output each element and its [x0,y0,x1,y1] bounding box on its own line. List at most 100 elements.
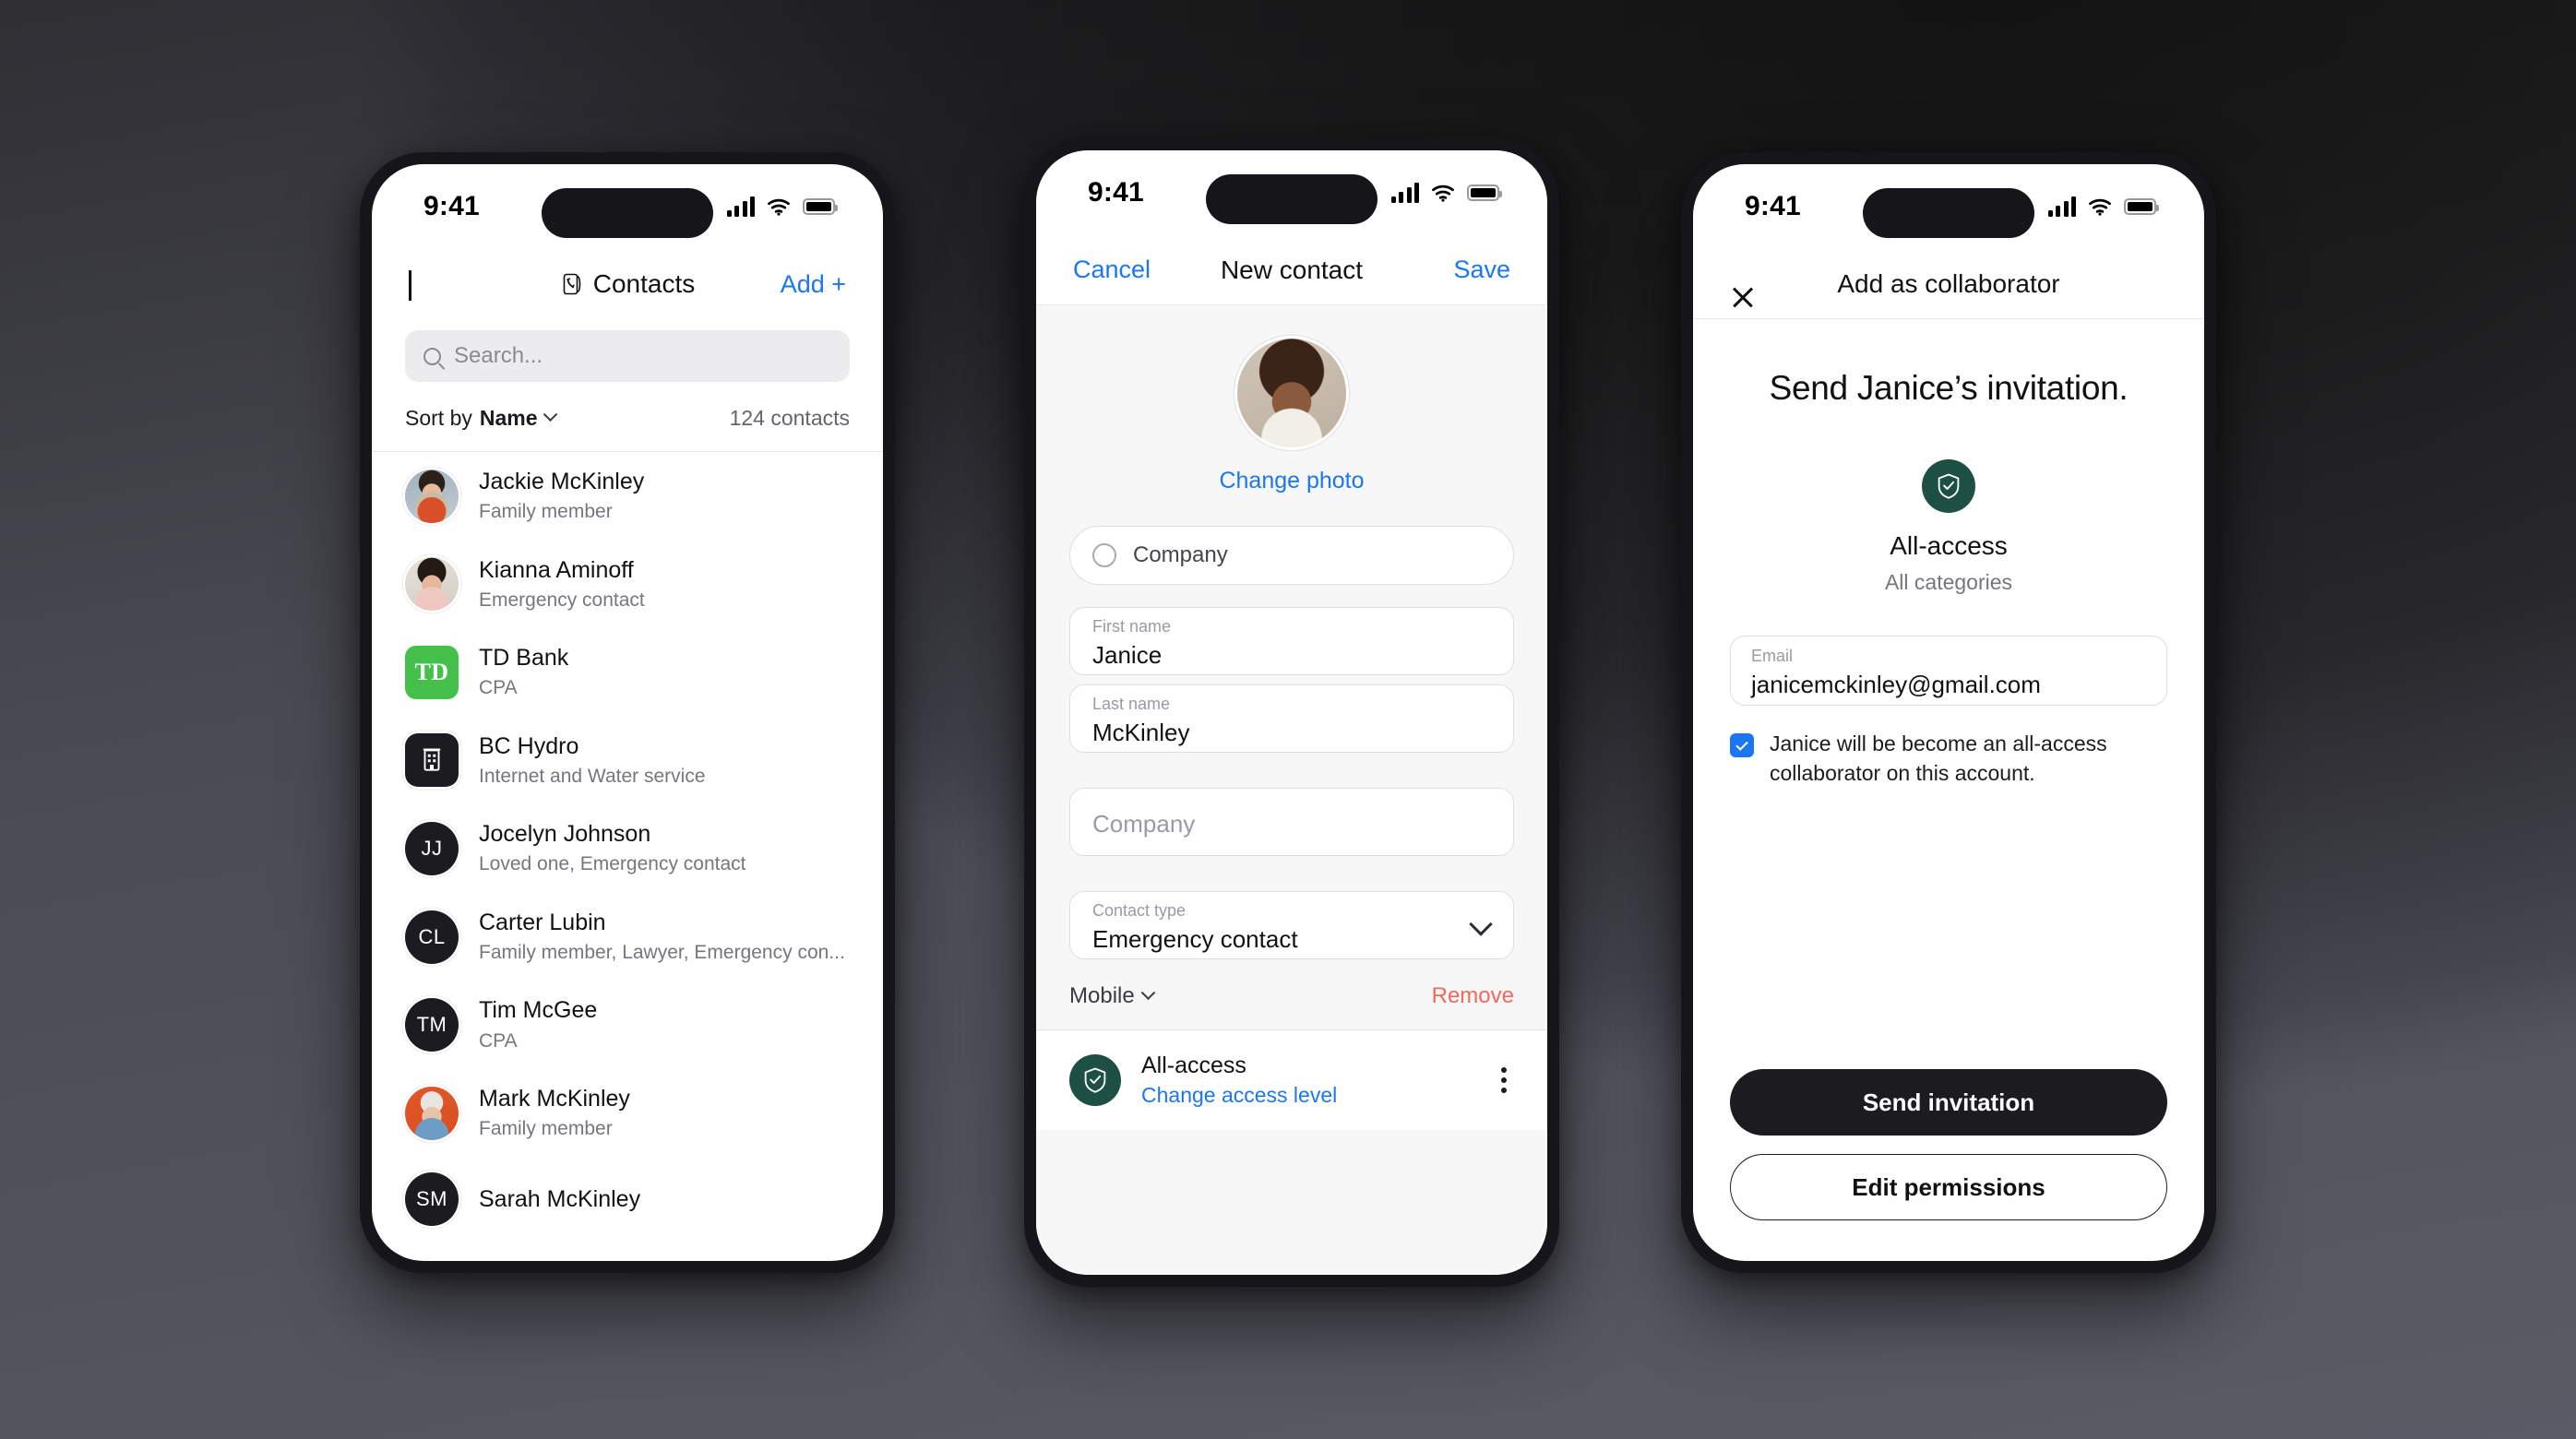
wifi-icon [768,198,790,216]
screen-contacts: 9:41 Contacts Add + Search... Sort by Na… [372,164,883,1261]
company-placeholder: Company [1092,810,1196,838]
contact-name: Kianna Aminoff [479,556,634,583]
access-level-row: All-access Change access level [1036,1030,1547,1130]
contact-type-select[interactable]: Contact type Emergency contact [1069,891,1514,959]
avatar [405,469,459,523]
contact-book-icon [563,273,581,295]
contact-row[interactable]: CL Carter Lubin Family member, Lawyer, Eme… [372,893,883,981]
consent-text: Janice will be become an all-access coll… [1770,731,2107,785]
battery-icon [803,198,838,215]
contact-name: Jocelyn Johnson [479,821,651,848]
contact-subtitle: Family member, Lawyer, Emergency con... [479,941,845,963]
cancel-button[interactable]: Cancel [1073,256,1151,284]
phone-add-collaborator: 9:41 Add as collaborator Send Janice’s i… [1681,152,2216,1273]
sort-bar: Sort by Name 124 contacts [372,382,883,452]
access-level-subtitle: All categories [1884,570,2013,594]
contact-row[interactable]: TM Tim McGee CPA [372,981,883,1069]
radio-unchecked-icon [1092,543,1116,567]
contact-row[interactable]: TD TD Bank CPA [372,628,883,717]
shield-check-glyph [1084,1067,1106,1093]
dynamic-island [1863,188,2034,238]
status-icons [2047,196,2159,217]
sort-by-control[interactable]: Sort by Name [405,406,557,431]
contact-row[interactable]: Mark McKinley Family member [372,1069,883,1158]
kebab-menu-icon[interactable] [1494,1060,1514,1100]
avatar [405,1086,459,1140]
contact-name: BC Hydro [479,732,579,759]
contact-subtitle: Family member [479,501,613,523]
access-level-title: All-access [1141,1052,1246,1078]
send-invitation-button[interactable]: Send invitation [1730,1069,2167,1136]
contact-name: Carter Lubin [479,909,606,935]
contact-name: Tim McGee [479,997,598,1024]
last-name-value: McKinley [1092,718,1190,746]
contact-text: Jocelyn Johnson Loved one, Emergency cont… [479,820,746,877]
contact-text: Sarah McKinley [479,1185,640,1214]
search-input[interactable]: Search... [405,330,850,382]
sort-value: Name [479,406,538,430]
avatar[interactable] [1237,339,1346,447]
contact-row[interactable]: BC Hydro Internet and Water service [372,717,883,805]
last-name-field[interactable]: Last name McKinley [1069,684,1514,753]
contact-subtitle: Family member [479,1118,613,1140]
email-label: Email [1751,647,1794,665]
status-time: 9:41 [423,191,480,221]
remove-button[interactable]: Remove [1432,983,1514,1009]
collaborator-content: Send Janice’s invitation. All-access All… [1693,319,2204,1261]
contact-row[interactable]: Kianna Aminoff Emergency contact [372,541,883,629]
chevron-down-icon [1140,984,1155,1000]
building-icon [405,733,459,788]
contact-row[interactable]: JJ Jocelyn Johnson Loved one, Emergency co… [372,804,883,893]
contact-text: BC Hydro Internet and Water service [479,732,706,790]
page-title-text: Contacts [592,269,696,298]
shield-check-glyph [1938,473,1960,499]
contact-subtitle: CPA [479,1029,518,1052]
consent-checkbox[interactable] [1730,733,1754,757]
consent-row[interactable]: Janice will be become an all-access coll… [1730,730,2167,788]
status-icons [1390,183,1502,203]
contacts-list: Jackie McKinley Family member Kianna Amino… [372,452,883,1242]
new-contact-navbar: Cancel New contact Save [1036,235,1547,305]
signal-bars-icon [726,196,755,217]
contact-subtitle: Internet and Water service [479,765,706,787]
building-glyph [423,748,441,771]
phone-type-control[interactable]: Mobile [1069,983,1155,1009]
change-photo-button[interactable]: Change photo [1036,468,1547,494]
contact-subtitle: Emergency contact [479,589,645,611]
contacts-navbar: Contacts Add + [372,249,883,319]
contact-text: Jackie McKinley Family member [479,468,644,525]
contact-subtitle: Loved one, Emergency contact [479,853,746,875]
screen-new-contact: 9:41 Cancel New contact Save Change phot… [1036,150,1547,1275]
status-bar: 9:41 [1693,164,2204,249]
contact-name: Mark McKinley [479,1085,630,1112]
edit-permissions-button[interactable]: Edit permissions [1730,1154,2167,1220]
company-logo: TD [405,645,459,699]
contact-subtitle: CPA [479,677,518,699]
invitation-heading: Send Janice’s invitation. [1769,369,2129,407]
email-field[interactable]: Email janicemckinley@gmail.com [1730,636,2167,706]
contact-type-value: Emergency contact [1092,924,1298,953]
wifi-icon [2089,198,2111,216]
search-placeholder: Search... [454,343,543,368]
contact-row[interactable]: Jackie McKinley Family member [372,452,883,541]
back-button[interactable] [409,269,411,301]
status-time: 9:41 [1745,191,1801,221]
page-title: Add as collaborator [1837,268,2060,298]
contact-text: TD Bank CPA [479,644,568,701]
company-field[interactable]: Company [1069,788,1514,856]
contact-row[interactable]: SM Sarah McKinley [372,1157,883,1242]
phone-type-row: Mobile Remove [1036,959,1547,1030]
search-container: Search... [372,319,883,382]
battery-icon [1467,184,1502,201]
status-icons [726,196,838,217]
wifi-icon [1432,184,1454,202]
dynamic-island [542,188,713,238]
add-contact-button[interactable]: Add + [781,270,846,299]
status-bar: 9:41 [1036,150,1547,235]
save-button[interactable]: Save [1453,256,1510,284]
last-name-label: Last name [1092,695,1171,713]
change-access-level-link[interactable]: Change access level [1141,1083,1337,1108]
first-name-field[interactable]: First name Janice [1069,607,1514,675]
company-toggle[interactable]: Company [1069,526,1514,585]
chevron-left-icon [409,269,411,301]
